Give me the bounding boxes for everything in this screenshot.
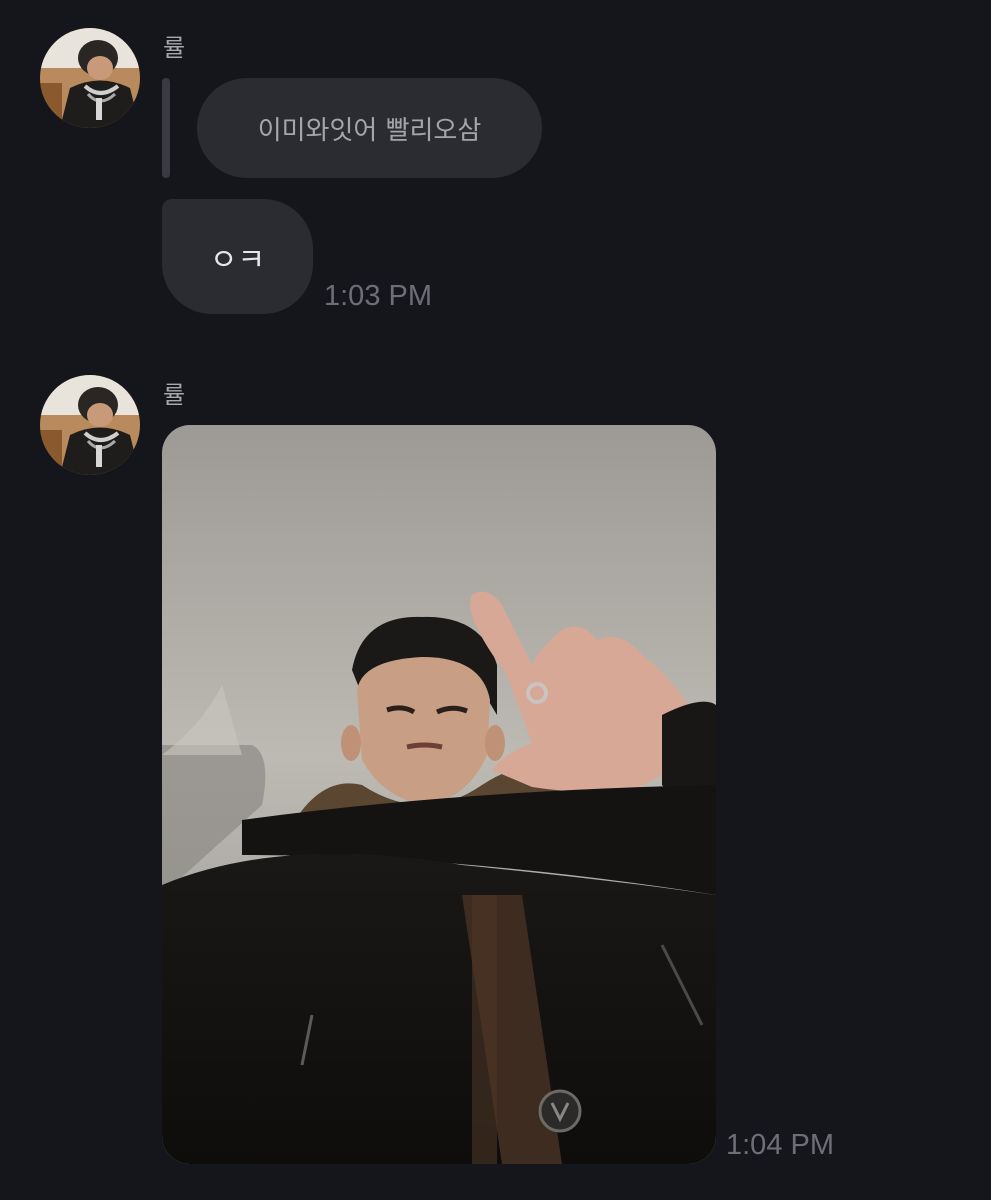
avatar[interactable] — [40, 375, 140, 475]
quoted-message-text: 이미와잇어 빨리오삼 — [257, 115, 482, 146]
profile-photo-avatar — [40, 375, 140, 475]
message-timestamp: 1:04 PM — [726, 1129, 834, 1161]
quoted-message[interactable]: 이미와잇어 빨리오삼 — [197, 78, 542, 178]
message-text: ㅇㅋ — [209, 242, 266, 278]
reply-quote-bar — [162, 78, 170, 178]
avatar[interactable] — [40, 28, 140, 128]
photo-image — [162, 425, 716, 1164]
message-bubble[interactable]: ㅇㅋ — [162, 199, 313, 314]
sender-name: 률 — [163, 34, 186, 62]
message-timestamp: 1:03 PM — [324, 280, 432, 312]
profile-photo-avatar — [40, 28, 140, 128]
photo-attachment[interactable] — [162, 425, 716, 1164]
sender-name: 률 — [163, 381, 186, 409]
